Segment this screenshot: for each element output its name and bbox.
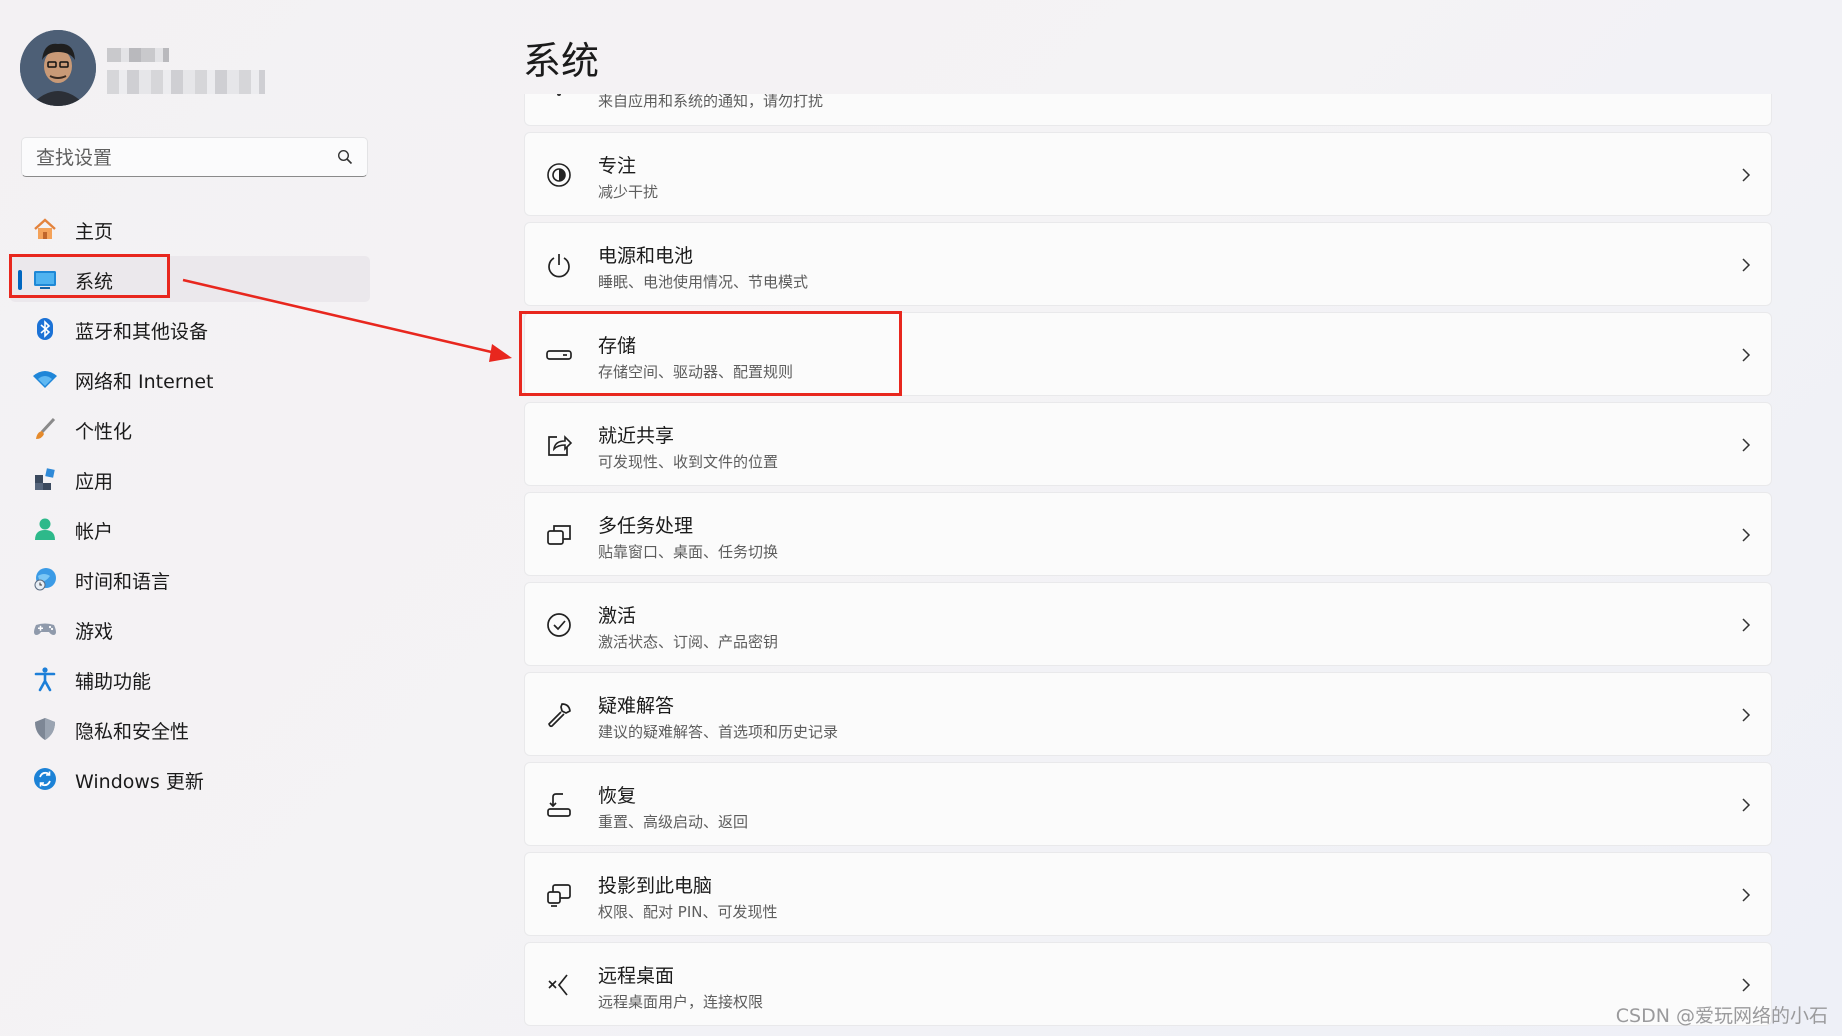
power-icon [548, 254, 570, 278]
sidebar-item-label: 游戏 [75, 621, 114, 643]
settings-card-recovery[interactable]: 恢复 重置、高级启动、返回 [524, 762, 1772, 846]
card-subtitle: 远程桌面用户，连接权限 [598, 993, 764, 1011]
chevron-right-icon [1742, 168, 1751, 182]
sidebar-item-label: 隐私和安全性 [75, 721, 190, 743]
chevron-right-icon [1742, 528, 1751, 542]
sidebar-item-label: 蓝牙和其他设备 [75, 321, 209, 343]
activation-icon [547, 613, 571, 637]
search-input[interactable] [34, 145, 328, 171]
card-subtitle: 权限、配对 PIN、可发现性 [598, 903, 778, 921]
apps-icon [35, 468, 55, 490]
card-title: 就近共享 [598, 425, 675, 447]
sidebar-item-bluetooth[interactable]: 蓝牙和其他设备 [10, 306, 370, 352]
card-subtitle: 激活状态、订阅、产品密钥 [598, 633, 779, 651]
sidebar-item-windows-update[interactable]: Windows 更新 [10, 756, 370, 802]
card-subtitle: 睡眠、电池使用情况、节电模式 [598, 273, 809, 291]
sidebar-item-label: 应用 [75, 471, 114, 493]
sidebar-item-accounts[interactable]: 帐户 [10, 506, 370, 552]
update-icon [34, 768, 56, 790]
project-icon [547, 884, 571, 907]
watermark-text: CSDN @爱玩网络的小石 [1615, 1005, 1828, 1027]
sidebar-item-personalization[interactable]: 个性化 [10, 406, 370, 452]
email-blurred [107, 70, 265, 94]
wifi-icon [33, 371, 57, 388]
sidebar-item-privacy[interactable]: 隐私和安全性 [10, 706, 370, 752]
sidebar-item-label: 个性化 [75, 421, 133, 443]
bluetooth-icon [37, 318, 53, 340]
settings-card-notifications[interactable]: 来自应用和系统的通知，请勿打扰 [524, 94, 1772, 126]
settings-card-project-to-pc[interactable]: 投影到此电脑 权限、配对 PIN、可发现性 [524, 852, 1772, 936]
settings-card-remote-desktop[interactable]: 远程桌面 远程桌面用户，连接权限 [524, 942, 1772, 1026]
sidebar-item-label: 帐户 [75, 521, 114, 543]
home-icon [34, 218, 56, 239]
chevron-right-icon [1742, 798, 1751, 812]
card-subtitle: 贴靠窗口、桌面、任务切换 [598, 543, 779, 561]
card-title: 多任务处理 [598, 515, 694, 537]
settings-card-multitasking[interactable]: 多任务处理 贴靠窗口、桌面、任务切换 [524, 492, 1772, 576]
settings-card-power[interactable]: 电源和电池 睡眠、电池使用情况、节电模式 [524, 222, 1772, 306]
remote-desktop-icon [548, 974, 568, 996]
sidebar-item-apps[interactable]: 应用 [10, 456, 370, 502]
sidebar-item-label: 网络和 Internet [75, 371, 214, 393]
account-icon [35, 518, 55, 540]
brush-icon [36, 417, 56, 439]
multitask-icon [547, 525, 571, 545]
time-language-icon [34, 568, 56, 591]
gamepad-icon [34, 623, 56, 635]
settings-card-activation[interactable]: 激活 激活状态、订阅、产品密钥 [524, 582, 1772, 666]
sidebar-item-label: Windows 更新 [75, 771, 204, 793]
chevron-right-icon [1742, 888, 1751, 902]
sidebar-item-accessibility[interactable]: 辅助功能 [10, 656, 370, 702]
sidebar-item-label: 辅助功能 [75, 671, 152, 693]
highlight-box-storage [519, 311, 902, 396]
card-subtitle: 来自应用和系统的通知，请勿打扰 [598, 94, 824, 110]
sidebar-item-label: 主页 [75, 221, 114, 243]
accessibility-icon [34, 667, 56, 692]
card-title: 专注 [598, 155, 637, 177]
settings-card-focus[interactable]: 专注 减少干扰 [524, 132, 1772, 216]
sidebar-item-time-language[interactable]: 时间和语言 [10, 556, 370, 602]
chevron-right-icon [1742, 978, 1751, 992]
notifications-icon [557, 94, 561, 96]
chevron-right-icon [1742, 348, 1751, 362]
sidebar-item-home[interactable]: 主页 [10, 206, 370, 252]
chevron-right-icon [1742, 438, 1751, 452]
card-subtitle: 减少干扰 [598, 183, 659, 201]
card-subtitle: 建议的疑难解答、首选项和历史记录 [598, 723, 839, 741]
chevron-right-icon [1742, 708, 1751, 722]
sidebar-item-network[interactable]: 网络和 Internet [10, 356, 370, 402]
settings-card-nearby-sharing[interactable]: 就近共享 可发现性、收到文件的位置 [524, 402, 1772, 486]
card-title: 电源和电池 [598, 245, 694, 267]
settings-card-troubleshoot[interactable]: 疑难解答 建议的疑难解答、首选项和历史记录 [524, 672, 1772, 756]
chevron-right-icon [1742, 618, 1751, 632]
card-subtitle: 可发现性、收到文件的位置 [598, 453, 779, 471]
card-title: 投影到此电脑 [598, 875, 713, 897]
focus-icon [547, 163, 571, 187]
card-title: 恢复 [598, 785, 637, 807]
username-blurred [107, 48, 169, 62]
card-title: 远程桌面 [598, 965, 675, 987]
card-title: 疑难解答 [598, 695, 675, 717]
shield-icon [35, 718, 55, 740]
sidebar-item-gaming[interactable]: 游戏 [10, 606, 370, 652]
page-title: 系统 [523, 39, 600, 83]
sidebar-item-label: 时间和语言 [75, 571, 171, 593]
highlight-box-system [9, 254, 170, 298]
settings-search-box[interactable] [21, 137, 368, 177]
card-subtitle: 重置、高级启动、返回 [598, 813, 749, 831]
search-icon[interactable] [337, 149, 353, 165]
card-title: 激活 [598, 605, 637, 627]
wrench-icon [548, 703, 571, 728]
user-avatar-icon[interactable] [20, 30, 96, 106]
chevron-right-icon [1742, 258, 1751, 272]
recovery-icon [547, 793, 571, 817]
share-icon [548, 435, 573, 456]
